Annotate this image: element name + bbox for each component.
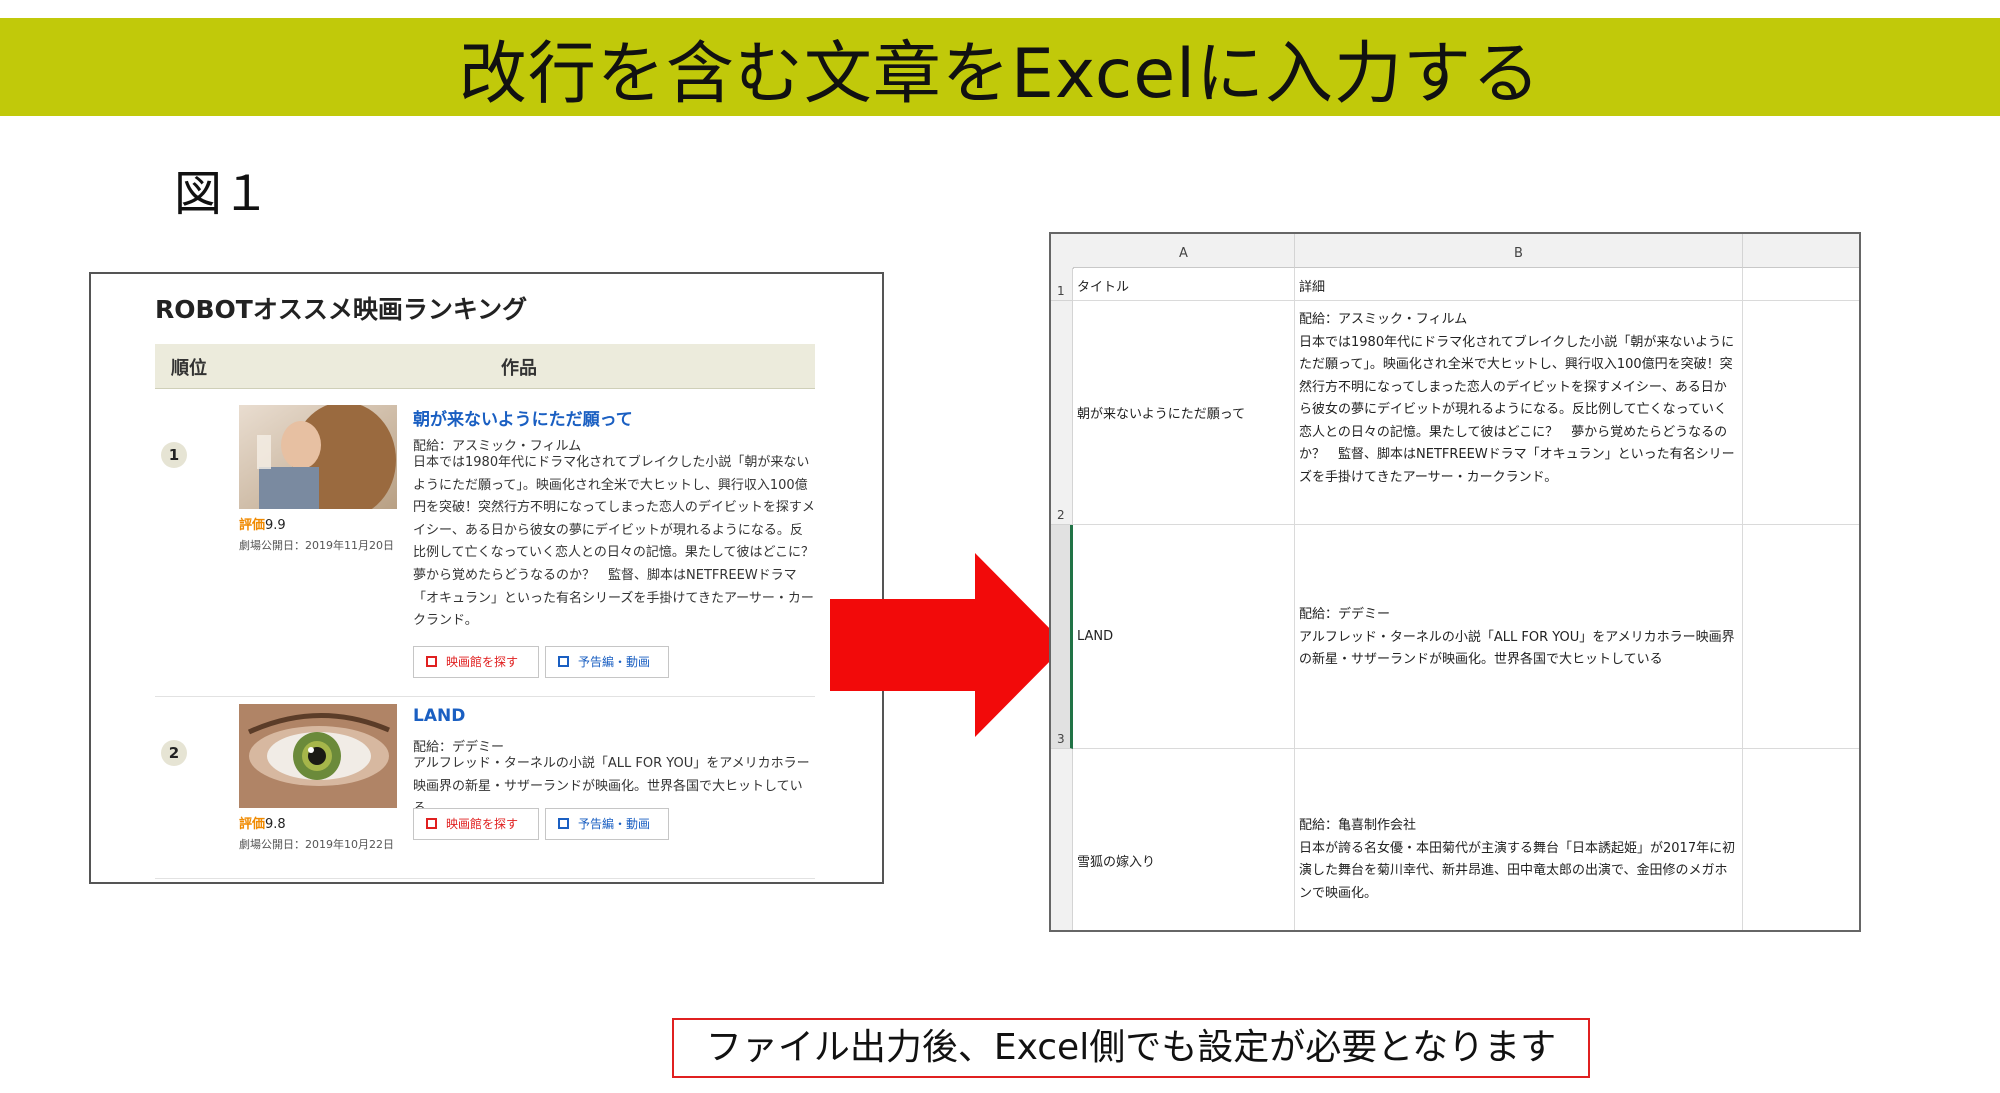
work-column-header: 作品 [501,358,537,379]
cell-text: 詳細 [1299,280,1326,295]
page-title: 改行を含む文章をExcelに入力する [458,34,1542,114]
figure-label: 図１ [174,166,271,222]
cell-c1[interactable] [1743,268,1859,301]
release-date: 劇場公開日：2019年11月20日 [239,539,394,552]
cell-text: 配給：亀喜制作会社 日本が誇る名女優・本田菊代が主演する舞台「日本誘起姫」が20… [1299,818,1736,901]
rank-column-header: 順位 [171,358,207,379]
rating-value: 9.8 [265,817,286,832]
cell-a2[interactable]: 朝が来ないようにただ願って [1073,301,1295,525]
trailer-button[interactable]: 予告編・動画 [545,808,669,840]
cell-a4[interactable]: 雪狐の嫁入り [1073,749,1295,930]
row-number: 2 [1057,508,1065,522]
row-number: 3 [1057,732,1065,746]
cell-text: 雪狐の嫁入り [1077,855,1156,870]
row-number: 1 [1057,284,1065,298]
row-header-3[interactable]: 3 [1051,525,1073,749]
rating: 評価9.9 [239,514,286,533]
rating: 評価9.8 [239,813,286,832]
row-header-4[interactable] [1051,749,1073,930]
rating-label: 評価 [239,518,266,533]
column-header-b[interactable]: B [1295,234,1743,268]
ranking-entry: 1 評価9.9 劇場公開日：2019年11月20日 朝が来ないようにただ願って … [155,390,815,697]
column-header-a[interactable]: A [1073,234,1295,268]
cell-c3[interactable] [1743,525,1859,749]
checkbox-icon [558,656,569,667]
rank-badge: 2 [161,740,187,766]
cell-text: 朝が来ないようにただ願って [1077,407,1246,422]
title-banner: 改行を含む文章をExcelに入力する [0,18,2000,116]
cell-a3[interactable]: LAND [1073,525,1295,749]
rating-label: 評価 [239,817,266,832]
movie-title-link[interactable]: 朝が来ないようにただ願って [413,405,633,430]
ranking-title: ROBOTオススメ映画ランキング [155,295,528,324]
release-date: 劇場公開日：2019年10月22日 [239,838,394,851]
cell-b2[interactable]: 配給：アスミック・フィルム 日本では1980年代にドラマ化されてブレイクした小説… [1295,301,1743,525]
note-box: ファイル出力後、Excel側でも設定が必要となります [672,1018,1590,1078]
rating-value: 9.9 [265,518,286,533]
trailer-button[interactable]: 予告編・動画 [545,646,669,678]
cell-c4[interactable] [1743,749,1859,930]
cell-text: タイトル [1077,280,1130,295]
cell-b1[interactable]: 詳細 [1295,268,1743,301]
ranking-entry: 2 評価9.8 劇場公開日：2019年10月22日 LAND 配給：デデミー ア… [155,698,815,879]
select-all-corner[interactable] [1051,234,1074,269]
right-arrow-icon [830,553,1066,737]
find-theater-label: 映画館を探す [446,655,519,669]
cell-b4[interactable]: 配給：亀喜制作会社 日本が誇る名女優・本田菊代が主演する舞台「日本誘起姫」が20… [1295,749,1743,930]
find-theater-button[interactable]: 映画館を探す [413,646,539,678]
cell-text: 配給：アスミック・フィルム 日本では1980年代にドラマ化されてブレイクした小説… [1299,312,1735,485]
row-header-2[interactable]: 2 [1051,301,1073,525]
cell-text: LAND [1077,629,1114,644]
cell-b3[interactable]: 配給：デデミー アルフレッド・ターネルの小説「ALL FOR YOU」をアメリカ… [1295,525,1743,749]
movie-title-link[interactable]: LAND [413,706,465,726]
cell-c2[interactable] [1743,301,1859,525]
rank-badge: 1 [161,442,187,468]
row-header-1[interactable]: 1 [1051,268,1073,301]
column-header-c[interactable] [1743,234,1859,268]
find-theater-button[interactable]: 映画館を探す [413,808,539,840]
movie-thumbnail[interactable] [239,405,397,509]
trailer-label: 予告編・動画 [578,655,651,669]
checkbox-icon [426,656,437,667]
trailer-label: 予告編・動画 [578,817,651,831]
movie-description: 日本では1980年代にドラマ化されてブレイクした小説「朝が来ないようにただ願って… [413,455,815,629]
movie-thumbnail[interactable] [239,704,397,808]
cell-text: 配給：デデミー アルフレッド・ターネルの小説「ALL FOR YOU」をアメリカ… [1299,607,1735,667]
cell-a1[interactable]: タイトル [1073,268,1295,301]
excel-sheet: A B 1 タイトル 詳細 2 朝が来ないようにただ願って 配給：アスミック・フ… [1049,232,1861,932]
checkbox-icon [558,818,569,829]
checkbox-icon [426,818,437,829]
find-theater-label: 映画館を探す [446,817,519,831]
ranking-table-header: 順位 作品 [155,344,815,389]
web-ranking-panel: ROBOTオススメ映画ランキング 順位 作品 1 評価9.9 劇場公開日：201… [89,272,884,884]
